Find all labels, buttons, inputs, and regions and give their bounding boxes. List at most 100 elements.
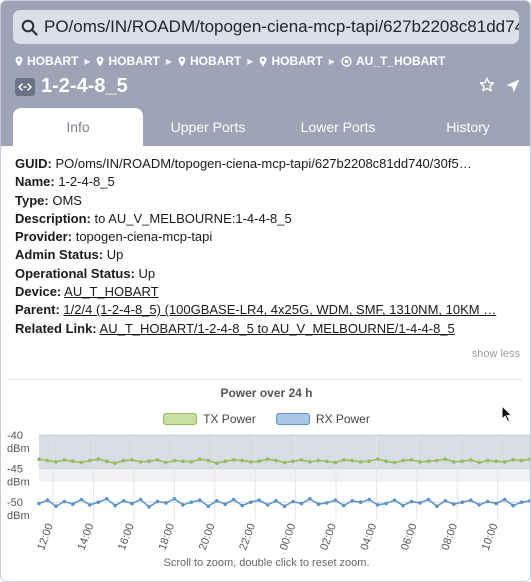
tab-history[interactable]: History: [403, 108, 530, 146]
rx-power-point: [113, 503, 117, 508]
tab-lower-ports[interactable]: Lower Ports: [273, 108, 403, 146]
tx-power-point: [308, 460, 312, 464]
search-input[interactable]: [44, 17, 519, 37]
parent-row: Parent: 1/2/4 (1-2-4-8_5) (100GBASE-LR4,…: [15, 301, 518, 319]
chart-plot-area[interactable]: 12:00 14:00 16:00 18:00 20:00 22:00 00:00 02:00…: [1, 421, 531, 557]
chart-x-tick-label: 22:00: [237, 522, 258, 552]
rx-power-point: [248, 500, 253, 504]
type-label: Type:: [15, 192, 49, 208]
rx-power-point: [87, 503, 92, 507]
rx-power-point: [350, 499, 355, 503]
rx-power-point: [121, 499, 126, 503]
tx-power-point: [172, 458, 177, 463]
tx-power-point: [375, 457, 380, 461]
tx-power-point: [409, 458, 414, 462]
tx-power-point: [519, 458, 524, 463]
rx-power-point: [206, 504, 211, 509]
rx-power-point: [104, 497, 109, 501]
rx-power-point: [435, 504, 439, 509]
tx-power-point: [426, 459, 431, 464]
tx-power-point: [62, 458, 67, 462]
rx-power-point: [181, 503, 185, 507]
related-link[interactable]: AU_T_HOBART/1-2-4-8_5 to AU_V_MELBOURNE/…: [100, 321, 455, 336]
tx-power-point: [460, 459, 465, 464]
provider-label: Provider:: [15, 229, 73, 245]
rx-power-point: [240, 503, 244, 508]
provider-value: topogen-ciena-mcp-tapi: [75, 229, 213, 245]
tx-power-point: [367, 459, 371, 464]
chart-y-tick-unit: dBm: [7, 510, 30, 522]
tx-power-point: [223, 459, 228, 464]
star-icon[interactable]: [479, 77, 495, 93]
rx-power-point: [468, 498, 473, 502]
chart-y-tick-unit: dBm: [7, 443, 30, 455]
tx-power-point: [477, 460, 482, 465]
tx-power-point: [392, 460, 397, 465]
tx-power-point: [147, 459, 151, 464]
rx-power-point: [511, 503, 515, 508]
rx-power-point: [71, 502, 75, 507]
breadcrumb-separator-icon: ▶: [247, 56, 254, 66]
breadcrumb-item[interactable]: HOBART: [96, 54, 160, 68]
rx-power-point: [147, 505, 151, 509]
search-icon: [21, 19, 38, 36]
tx-power-point: [282, 460, 287, 465]
rx-power-point: [291, 499, 295, 504]
port-icon: [15, 77, 35, 96]
chart-y-tick-label: -45: [7, 464, 23, 476]
type-row: Type: OMS: [15, 192, 518, 210]
navigate-arrow-icon[interactable]: [505, 78, 521, 94]
tx-power-point: [384, 459, 388, 464]
power-chart[interactable]: Power over 24 h TX Power RX Power 12:00 1…: [1, 381, 531, 581]
tx-power-point: [79, 460, 84, 465]
rx-power-point: [130, 501, 134, 506]
show-less-link[interactable]: show less: [472, 348, 520, 360]
chart-x-tick-label: 14:00: [76, 522, 97, 552]
tx-power-point: [121, 458, 126, 463]
chart-x-tick-label: 18:00: [157, 522, 178, 552]
tx-power-point: [155, 458, 160, 462]
device-row: Device: AU_T_HOBART: [15, 283, 518, 301]
location-pin-icon: [97, 56, 104, 66]
parent-link[interactable]: 1/2/4 (1-2-4-8_5) (100GBASE-LR4, 4x25G, …: [63, 302, 496, 317]
tx-power-point: [452, 460, 456, 464]
breadcrumb-item[interactable]: AU_T_HOBART: [341, 54, 445, 68]
tx-power-point: [350, 458, 355, 463]
chart-x-tick-label: 06:00: [399, 522, 420, 552]
tx-power-point: [231, 458, 236, 462]
operational-status-value: Up: [138, 265, 156, 281]
tx-power-point: [494, 459, 498, 464]
detail-panel: HOBART ▶ HOBART ▶ HOBART ▶ HOBART ▶ AU_T…: [0, 0, 531, 582]
panel-header: HOBART ▶ HOBART ▶ HOBART ▶ HOBART ▶ AU_T…: [1, 1, 530, 146]
rx-power-point: [333, 498, 338, 502]
breadcrumb-item[interactable]: HOBART: [259, 54, 323, 68]
description-label: Description:: [15, 210, 91, 226]
chart-title: Power over 24 h: [220, 386, 313, 400]
tx-power-point: [87, 458, 92, 463]
operational-status-row: Operational Status: Up: [15, 265, 518, 283]
search-bar[interactable]: [13, 10, 519, 44]
breadcrumb-item[interactable]: HOBART: [15, 54, 78, 68]
tx-power-point: [443, 457, 448, 461]
network-element-icon: [341, 55, 352, 67]
device-label: Device:: [15, 284, 62, 300]
device-link[interactable]: AU_T_HOBART: [64, 284, 158, 299]
tx-power-point: [248, 460, 253, 464]
rx-power-point: [45, 498, 50, 502]
rx-power-point: [96, 500, 101, 504]
chart-x-tick-label: 20:00: [197, 522, 218, 552]
chart-band-lower: [39, 468, 530, 483]
guid-label: GUID:: [15, 156, 52, 171]
tab-info[interactable]: Info: [13, 108, 143, 146]
breadcrumb-item[interactable]: HOBART: [178, 54, 241, 68]
breadcrumb: HOBART ▶ HOBART ▶ HOBART ▶ HOBART ▶ AU_T…: [15, 54, 445, 68]
rx-power-point: [494, 501, 498, 506]
guid-value: PO/oms/IN/ROADM/topogen-ciena-mcp-tapi/6…: [55, 156, 472, 171]
rx-power-point: [401, 503, 405, 508]
page-title: 1-2-4-8_5: [41, 75, 128, 97]
breadcrumb-label: HOBART: [189, 54, 242, 68]
tab-upper-ports[interactable]: Upper Ports: [143, 108, 273, 146]
breadcrumb-label: HOBART: [271, 54, 323, 68]
tx-power-point: [418, 460, 422, 464]
tx-power-point: [316, 458, 321, 463]
